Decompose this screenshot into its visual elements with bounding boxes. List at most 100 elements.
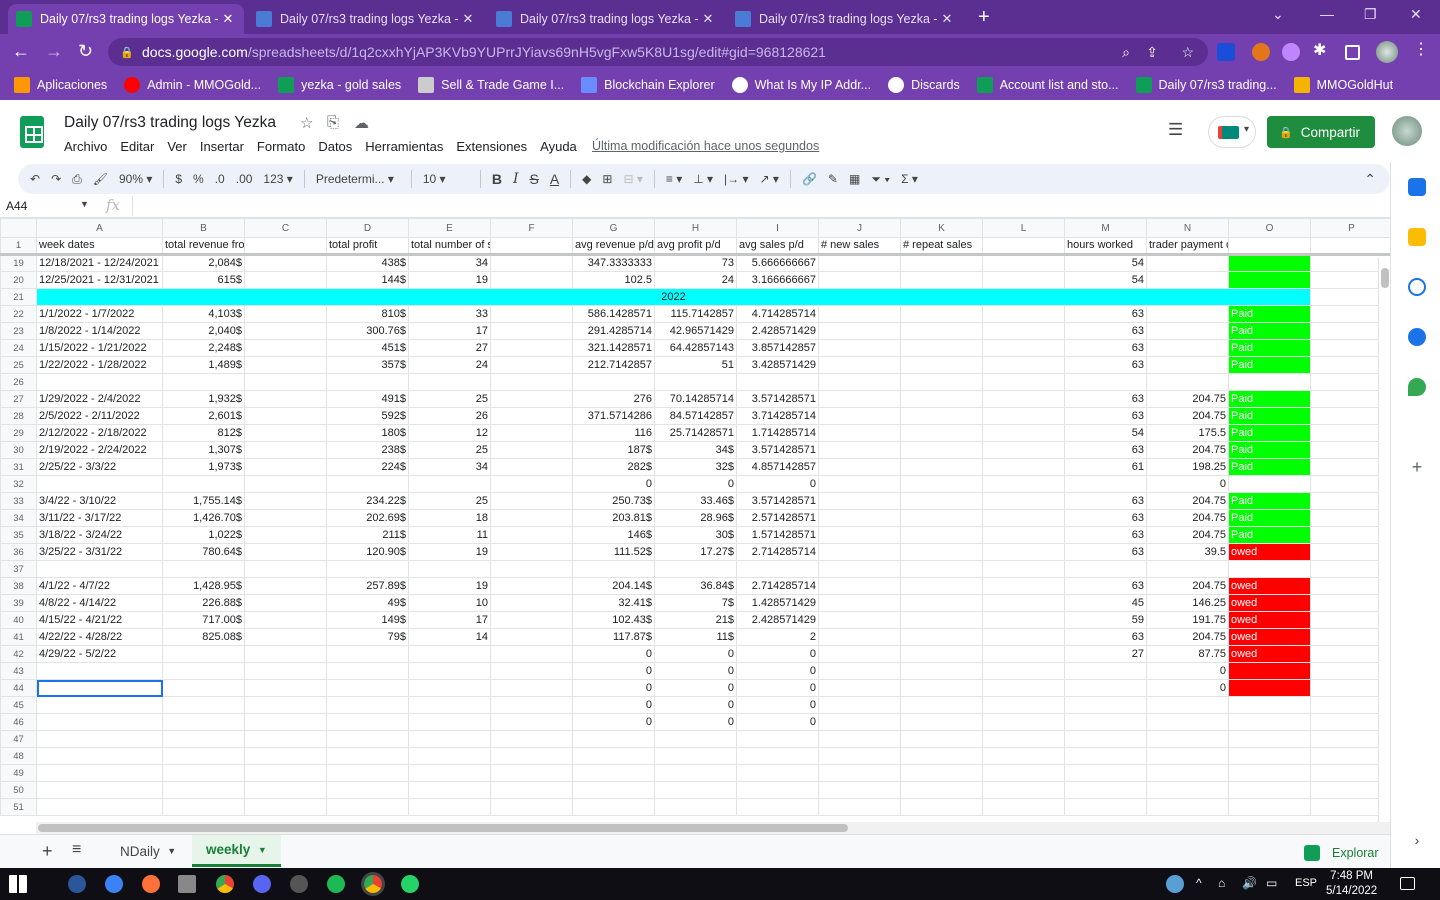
table-cell[interactable]	[490, 730, 573, 748]
table-cell[interactable]: 0	[654, 696, 737, 714]
status-cell[interactable]: owed	[1228, 577, 1311, 595]
discord-icon[interactable]	[253, 875, 271, 893]
table-cell[interactable]: 2/12/2022 - 2/18/2022	[36, 424, 163, 442]
table-cell[interactable]: 4/1/22 - 4/7/22	[36, 577, 163, 595]
status-cell[interactable]	[1228, 271, 1311, 289]
table-cell[interactable]	[162, 645, 245, 663]
table-cell[interactable]	[982, 628, 1065, 646]
table-cell[interactable]	[900, 645, 983, 663]
chevron-right-icon[interactable]: ›	[1408, 832, 1426, 850]
table-cell[interactable]: 4/15/22 - 4/21/22	[36, 611, 163, 629]
bookmark-item[interactable]: Sell & Trade Game I...	[418, 77, 564, 93]
side-panel-icon[interactable]	[1345, 45, 1360, 60]
all-sheets-icon[interactable]: ≡	[72, 841, 81, 859]
calendar-icon[interactable]	[1408, 178, 1426, 196]
table-cell[interactable]: 19	[408, 543, 491, 561]
restore-icon[interactable]: ❐	[1364, 6, 1377, 23]
table-cell[interactable]	[900, 509, 983, 527]
table-cell[interactable]	[1064, 696, 1147, 714]
forward-icon[interactable]: →	[45, 41, 63, 62]
table-cell[interactable]	[818, 356, 901, 374]
select-all-corner[interactable]	[0, 218, 37, 238]
table-cell[interactable]	[326, 475, 409, 493]
table-cell[interactable]	[982, 747, 1065, 765]
table-cell[interactable]	[244, 305, 327, 323]
table-cell[interactable]	[736, 781, 819, 799]
column-header-d[interactable]: D	[326, 218, 409, 238]
table-cell[interactable]: 282$	[572, 458, 655, 476]
bookmark-item[interactable]: yezka - gold sales	[278, 77, 401, 93]
table-cell[interactable]	[818, 458, 901, 476]
table-cell[interactable]	[818, 390, 901, 408]
table-cell[interactable]: 63	[1064, 577, 1147, 595]
table-cell[interactable]: 33.46$	[654, 492, 737, 510]
table-cell[interactable]	[1146, 339, 1229, 357]
table-cell[interactable]	[818, 560, 901, 578]
table-cell[interactable]	[654, 373, 737, 391]
table-cell[interactable]	[490, 322, 573, 340]
table-cell[interactable]: 117.87$	[572, 628, 655, 646]
table-cell[interactable]	[654, 781, 737, 799]
table-cell[interactable]: 0	[572, 475, 655, 493]
table-cell[interactable]: 0	[654, 679, 737, 697]
close-icon[interactable]: ✕	[939, 11, 955, 27]
table-cell[interactable]	[982, 577, 1065, 595]
table-cell[interactable]	[1064, 713, 1147, 731]
collapse-toolbar-icon[interactable]: ⌃	[1364, 171, 1376, 188]
table-cell[interactable]: 3/18/22 - 3/24/22	[36, 526, 163, 544]
table-cell[interactable]: 211$	[326, 526, 409, 544]
table-cell[interactable]	[982, 305, 1065, 323]
browser-tab-4[interactable]: Daily 07/rs3 trading logs Yezka - ✕	[727, 4, 963, 34]
table-cell[interactable]: 11$	[654, 628, 737, 646]
menu-formato[interactable]: Formato	[257, 139, 305, 154]
table-cell[interactable]	[1064, 373, 1147, 391]
table-cell[interactable]: 1/22/2022 - 1/28/2022	[36, 356, 163, 374]
bold-button[interactable]: B	[492, 171, 502, 187]
table-cell[interactable]	[490, 271, 573, 289]
table-cell[interactable]: 1.571428571	[736, 526, 819, 544]
vertical-scrollbar[interactable]	[1378, 258, 1390, 822]
table-cell[interactable]: 3.571428571	[736, 390, 819, 408]
table-cell[interactable]: 32.41$	[572, 594, 655, 612]
table-cell[interactable]	[244, 730, 327, 748]
filter-icon[interactable]: ⏷ ▾	[871, 172, 890, 187]
table-cell[interactable]	[244, 254, 327, 272]
table-cell[interactable]: 1,307$	[162, 441, 245, 459]
table-cell[interactable]	[244, 441, 327, 459]
table-cell[interactable]	[244, 407, 327, 425]
whatsapp-icon[interactable]	[401, 875, 419, 893]
table-cell[interactable]	[162, 781, 245, 799]
table-cell[interactable]: 2/19/2022 - 2/24/2022	[36, 441, 163, 459]
table-cell[interactable]	[162, 373, 245, 391]
spreadsheet-grid[interactable]: A B C D E F G H I J K L M N O P 1 week dates total revenue…	[0, 218, 1390, 822]
table-cell[interactable]	[490, 628, 573, 646]
name-box[interactable]: A44	[6, 199, 27, 213]
table-cell[interactable]	[1228, 781, 1311, 799]
menu-ayuda[interactable]: Ayuda	[540, 139, 577, 154]
table-cell[interactable]	[244, 543, 327, 561]
row-number[interactable]: 43	[0, 662, 37, 680]
table-cell[interactable]	[982, 254, 1065, 272]
table-cell[interactable]	[982, 373, 1065, 391]
chevron-down-icon[interactable]: ▼	[80, 199, 89, 209]
status-cell[interactable]: Paid	[1228, 424, 1311, 442]
table-cell[interactable]	[244, 458, 327, 476]
table-cell[interactable]	[900, 526, 983, 544]
table-cell[interactable]	[162, 764, 245, 782]
table-cell[interactable]	[490, 237, 573, 256]
table-cell[interactable]	[736, 747, 819, 765]
table-cell[interactable]	[244, 475, 327, 493]
table-cell[interactable]	[982, 322, 1065, 340]
sheet-tab-ndaily[interactable]: NDaily ▼	[106, 835, 190, 867]
menu-insertar[interactable]: Insertar	[200, 139, 244, 154]
table-cell[interactable]: 300.76$	[326, 322, 409, 340]
table-cell[interactable]	[36, 373, 163, 391]
column-header-a[interactable]: A	[36, 218, 163, 238]
row-number[interactable]: 24	[0, 339, 37, 357]
table-cell[interactable]	[818, 271, 901, 289]
percent-format-button[interactable]: %	[193, 172, 204, 186]
table-cell[interactable]	[982, 424, 1065, 442]
table-cell[interactable]	[408, 713, 491, 731]
close-icon[interactable]: ✕	[220, 11, 236, 27]
table-cell[interactable]: 30$	[654, 526, 737, 544]
